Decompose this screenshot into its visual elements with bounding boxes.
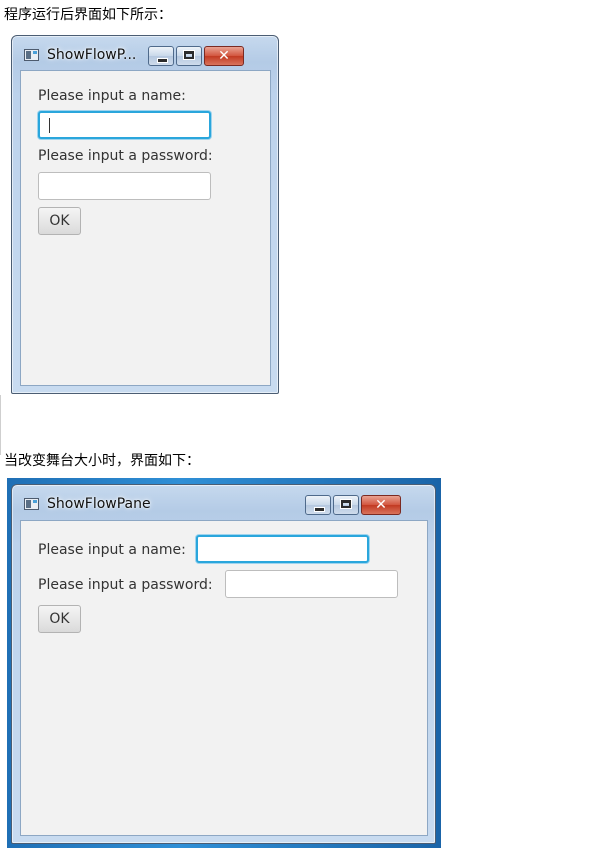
close-button[interactable]: ✕ (204, 46, 244, 66)
name-input[interactable] (196, 535, 369, 563)
maximize-button[interactable] (333, 495, 359, 515)
caption-buttons: ✕ (303, 495, 401, 515)
titlebar[interactable]: ShowFlowPane ✕ (12, 485, 435, 519)
maximize-icon (341, 500, 351, 508)
minimize-button[interactable] (305, 495, 331, 515)
ok-button[interactable]: OK (38, 207, 81, 235)
flow-pane: Please input a name: Please input a pass… (20, 70, 271, 386)
name-input[interactable] (38, 111, 211, 139)
minimize-icon (157, 58, 168, 63)
minimize-button[interactable] (148, 46, 174, 66)
password-input[interactable] (38, 172, 211, 200)
java-app-icon[interactable] (24, 498, 39, 510)
flow-pane: Please input a name: Please input a pass… (20, 520, 428, 836)
close-icon: ✕ (375, 497, 387, 513)
window-large: ShowFlowPane ✕ Please input a name: Plea… (11, 484, 436, 844)
maximize-button[interactable] (176, 46, 202, 66)
java-app-icon[interactable] (24, 49, 39, 61)
caption-second: 当改变舞台大小时，界面如下： (4, 453, 200, 469)
close-icon: ✕ (218, 48, 230, 64)
caption-first: 程序运行后界面如下所示： (4, 7, 172, 23)
window-small: ShowFlowP... ✕ Please input a name: Plea… (11, 35, 279, 394)
name-label: Please input a name: (38, 542, 186, 558)
ok-button[interactable]: OK (38, 605, 81, 633)
text-caret (49, 118, 50, 133)
password-label: Please input a password: (38, 148, 213, 164)
window-title: ShowFlowPane (47, 496, 151, 512)
maximize-icon (184, 51, 194, 59)
password-label: Please input a password: (38, 577, 213, 593)
close-button[interactable]: ✕ (361, 495, 401, 515)
titlebar[interactable]: ShowFlowP... ✕ (12, 36, 278, 70)
caption-buttons: ✕ (146, 46, 244, 66)
window-title: ShowFlowP... (47, 47, 137, 63)
password-input[interactable] (225, 570, 398, 598)
minimize-icon (314, 507, 325, 512)
page-left-border (0, 395, 1, 455)
name-label: Please input a name: (38, 88, 186, 104)
